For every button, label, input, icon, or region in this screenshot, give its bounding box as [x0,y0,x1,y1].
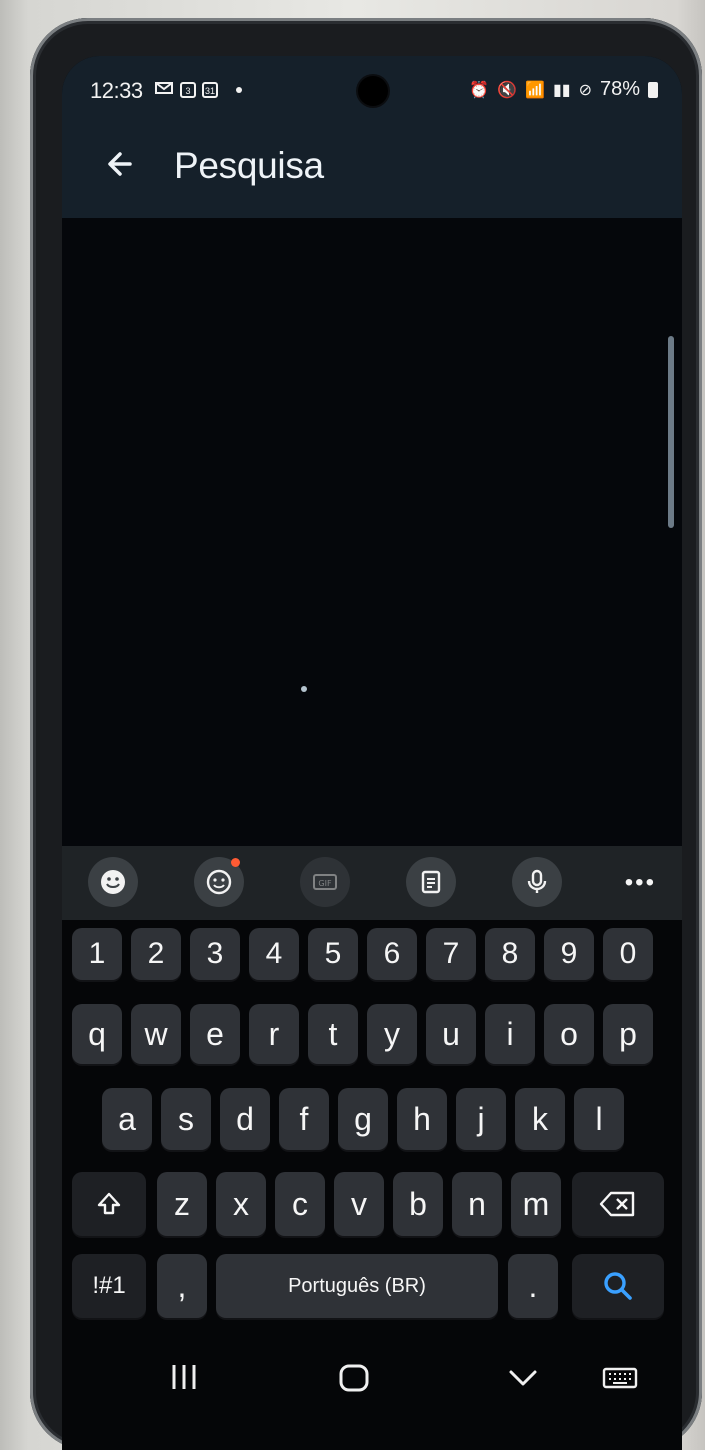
backspace-icon [599,1191,635,1217]
key-h[interactable]: h [397,1088,447,1150]
comma-key[interactable]: , [157,1254,207,1318]
do-not-disturb-icon: ⊘ [578,81,592,99]
key-6[interactable]: 6 [367,928,417,980]
key-s[interactable]: s [161,1088,211,1150]
space-key[interactable]: Português (BR) [216,1254,498,1318]
key-a[interactable]: a [102,1088,152,1150]
svg-text:GIF: GIF [318,879,332,888]
key-w[interactable]: w [131,1004,181,1064]
alarm-icon: ⏰ [469,81,490,99]
emoji-icon[interactable] [88,857,138,907]
screen: 12:33 3 31 ⏰ 🔇 📶 ▮▮ ⊘ 78% Pesquisa GIF •… [62,56,682,1450]
sticker-icon[interactable] [194,857,244,907]
signal-icon: ▮▮ [552,81,571,99]
key-f[interactable]: f [279,1088,329,1150]
microphone-icon[interactable] [512,857,562,907]
key-l[interactable]: l [574,1088,624,1150]
key-g[interactable]: g [338,1088,388,1150]
backspace-key[interactable] [572,1172,664,1236]
recent-apps-icon[interactable] [170,1362,198,1397]
key-t[interactable]: t [308,1004,358,1064]
key-b[interactable]: b [393,1172,443,1236]
key-3[interactable]: 3 [190,928,240,980]
shift-icon [97,1192,121,1215]
home-icon[interactable] [338,1362,370,1399]
key-5[interactable]: 5 [308,928,358,980]
status-left-icons: 3 31 [154,80,242,100]
navigation-bar [62,1340,682,1450]
key-r[interactable]: r [249,1004,299,1064]
front-camera [358,76,388,106]
key-n[interactable]: n [452,1172,502,1236]
key-i[interactable]: i [485,1004,535,1064]
key-p[interactable]: p [603,1004,653,1064]
mute-icon: 🔇 [497,81,518,99]
key-u[interactable]: u [426,1004,476,1064]
battery-percent: 78% [599,78,640,100]
key-m[interactable]: m [511,1172,561,1236]
key-9[interactable]: 9 [544,928,594,980]
calendar-small-icon: 3 [180,82,196,98]
key-q[interactable]: q [72,1004,122,1064]
status-bar: 12:33 3 31 ⏰ 🔇 📶 ▮▮ ⊘ 78% [62,56,682,120]
status-right-icons: ⏰ 🔇 📶 ▮▮ ⊘ 78% [469,78,658,101]
loading-indicator [301,686,307,692]
scrollbar[interactable] [668,336,674,528]
key-x[interactable]: x [216,1172,266,1236]
gmail-icon [154,80,174,100]
key-c[interactable]: c [275,1172,325,1236]
key-j[interactable]: j [456,1088,506,1150]
keyboard-toolbar: GIF ••• [62,846,682,920]
notification-dot [236,87,242,93]
status-time: 12:33 [90,78,143,103]
wifi-icon: 📶 [525,81,545,99]
symbols-key[interactable]: !#1 [72,1254,146,1318]
period-key[interactable]: . [508,1254,558,1318]
key-o[interactable]: o [544,1004,594,1064]
key-0[interactable]: 0 [603,928,653,980]
key-y[interactable]: y [367,1004,417,1064]
key-k[interactable]: k [515,1088,565,1150]
more-icon[interactable]: ••• [625,869,656,897]
search-key[interactable] [572,1254,664,1318]
back-arrow-icon[interactable] [100,144,140,184]
key-4[interactable]: 4 [249,928,299,980]
page-title: Pesquisa [174,145,324,186]
clipboard-icon[interactable] [406,857,456,907]
calendar-31-icon: 31 [202,82,218,98]
battery-icon [648,81,658,98]
gif-icon[interactable]: GIF [300,857,350,907]
keyboard: 1 2 3 4 5 6 7 8 9 0 q w e r t y u i o p … [62,920,682,1340]
key-7[interactable]: 7 [426,928,476,980]
search-results-area[interactable] [62,218,682,846]
key-v[interactable]: v [334,1172,384,1236]
back-down-icon[interactable] [506,1362,540,1399]
keyboard-switch-icon[interactable] [602,1362,638,1399]
key-e[interactable]: e [190,1004,240,1064]
key-8[interactable]: 8 [485,928,535,980]
key-d[interactable]: d [220,1088,270,1150]
new-badge [231,858,240,867]
search-icon [604,1272,632,1300]
key-1[interactable]: 1 [72,928,122,980]
key-z[interactable]: z [157,1172,207,1236]
app-bar: Pesquisa [62,120,682,218]
key-2[interactable]: 2 [131,928,181,980]
shift-key[interactable] [72,1172,146,1236]
